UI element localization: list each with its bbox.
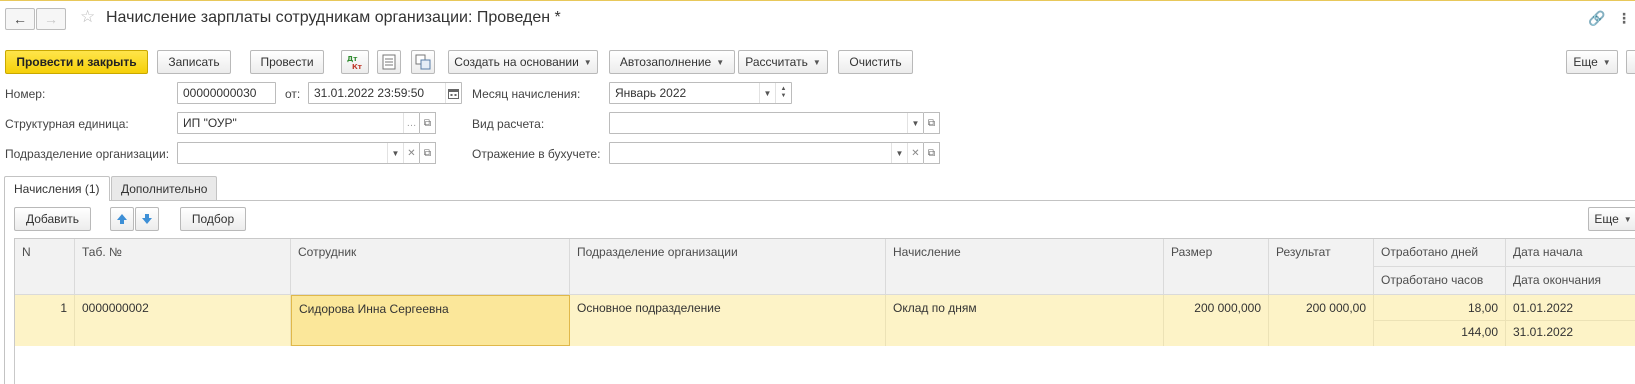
table-row-department[interactable]: Основное подразделение xyxy=(570,295,886,346)
autofill-button[interactable]: Автозаполнение ▼ xyxy=(609,50,735,74)
column-header-n[interactable]: N xyxy=(15,239,75,295)
chevron-down-icon[interactable]: ▼ xyxy=(907,113,923,133)
table-more-button[interactable]: Еще ▼ xyxy=(1588,207,1635,231)
open-link-icon[interactable]: ⧉ xyxy=(924,112,940,134)
column-header-department[interactable]: Подразделение организации xyxy=(570,239,886,295)
table-row-accrual[interactable]: Оклад по дням xyxy=(886,295,1164,346)
open-link-icon[interactable]: ⧉ xyxy=(420,112,436,134)
chevron-down-icon[interactable]: ▼ xyxy=(387,143,403,163)
accounting-field[interactable]: ▼ ✕ xyxy=(609,142,924,164)
column-header-start-date[interactable]: Дата начала xyxy=(1506,239,1635,267)
select-dots-icon[interactable]: … xyxy=(403,113,419,133)
department-field[interactable]: ▼ ✕ xyxy=(177,142,420,164)
select-button[interactable]: Подбор xyxy=(180,207,246,231)
arrow-down-icon xyxy=(142,214,152,224)
calc-type-field[interactable]: ▼ xyxy=(609,112,924,134)
accrual-month-label: Месяц начисления: xyxy=(472,87,581,101)
svg-text:Дт: Дт xyxy=(347,55,358,63)
column-header-employee[interactable]: Сотрудник xyxy=(291,239,570,295)
accrual-month-value: Январь 2022 xyxy=(615,86,687,100)
stepper-down-icon[interactable]: ▼ xyxy=(781,93,787,100)
document-list-icon xyxy=(382,54,396,70)
column-header-hours[interactable]: Отработано часов xyxy=(1374,267,1506,295)
report-button[interactable] xyxy=(377,50,401,74)
structural-unit-label: Структурная единица: xyxy=(5,117,129,131)
calculate-button[interactable]: Рассчитать ▼ xyxy=(738,50,828,74)
accruals-table[interactable]: N Таб. № Сотрудник Подразделение организ… xyxy=(14,238,1635,384)
table-row-size[interactable]: 200 000,000 xyxy=(1164,295,1269,346)
number-value: 00000000030 xyxy=(183,86,257,100)
tab-divider xyxy=(4,200,1635,201)
save-button[interactable]: Записать xyxy=(157,50,231,74)
create-based-on-button[interactable]: Создать на основании ▼ xyxy=(448,50,598,74)
stepper-up-icon[interactable]: ▲ xyxy=(781,86,787,93)
svg-text:Кт: Кт xyxy=(352,63,363,71)
post-and-close-button[interactable]: Провести и закрыть xyxy=(5,50,148,74)
add-button[interactable]: Добавить xyxy=(14,207,91,231)
page-title: Начисление зарплаты сотрудникам организа… xyxy=(106,9,561,26)
clear-icon[interactable]: ✕ xyxy=(403,143,419,163)
dt-kt-icon: Дт Кт xyxy=(347,55,363,71)
back-button[interactable]: ← xyxy=(5,8,35,30)
table-row-n[interactable]: 1 xyxy=(15,295,75,346)
more-button[interactable]: Еще ▼ xyxy=(1566,50,1618,74)
table-row-end-date[interactable]: 31.01.2022 xyxy=(1506,320,1635,346)
back-icon: ← xyxy=(13,11,27,27)
number-field[interactable]: 00000000030 xyxy=(177,82,276,104)
table-row-days[interactable]: 18,00 xyxy=(1374,295,1506,320)
chevron-down-icon: ▼ xyxy=(1602,57,1611,67)
post-button[interactable]: Провести xyxy=(250,50,324,74)
clear-icon[interactable]: ✕ xyxy=(907,143,923,163)
calc-type-label: Вид расчета: xyxy=(472,117,545,131)
tab-additional[interactable]: Дополнительно xyxy=(111,176,218,200)
number-label: Номер: xyxy=(5,87,46,101)
column-header-result[interactable]: Результат xyxy=(1269,239,1374,295)
more-actions-icon[interactable]: ⋮ xyxy=(1617,10,1631,27)
arrow-up-icon xyxy=(117,214,127,224)
date-label: от: xyxy=(285,87,301,101)
hierarchy-icon xyxy=(415,54,431,70)
column-header-size[interactable]: Размер xyxy=(1164,239,1269,295)
tab-panel-border xyxy=(4,200,5,384)
table-row-employee[interactable]: Сидорова Инна Сергеевна xyxy=(291,295,570,346)
open-link-icon[interactable]: ⧉ xyxy=(420,142,436,164)
favorite-star-icon[interactable]: ☆ xyxy=(80,7,95,27)
link-icon[interactable]: 🔗 xyxy=(1588,10,1605,27)
dt-kt-button[interactable]: Дт Кт xyxy=(341,50,369,74)
table-row-start-date[interactable]: 01.01.2022 xyxy=(1506,295,1635,320)
table-row-tab-number[interactable]: 0000000002 xyxy=(75,295,291,346)
chevron-down-icon: ▼ xyxy=(716,57,725,67)
structural-unit-field[interactable]: ИП "ОУР" … xyxy=(177,112,420,134)
column-header-end-date[interactable]: Дата окончания xyxy=(1506,267,1635,295)
tab-accruals[interactable]: Начисления (1) xyxy=(4,176,110,201)
structural-unit-value: ИП "ОУР" xyxy=(183,116,237,130)
column-header-accrual[interactable]: Начисление xyxy=(886,239,1164,295)
accounting-label: Отражение в бухучете: xyxy=(472,147,601,161)
table-row-result[interactable]: 200 000,00 xyxy=(1269,295,1374,346)
chevron-down-icon: ▼ xyxy=(812,57,821,67)
date-field[interactable]: 31.01.2022 23:59:50 xyxy=(308,82,462,104)
forward-icon: → xyxy=(44,11,58,27)
chevron-down-icon[interactable]: ▼ xyxy=(891,143,907,163)
table-row-hours[interactable]: 144,00 xyxy=(1374,320,1506,346)
open-link-icon[interactable]: ⧉ xyxy=(924,142,940,164)
extra-button[interactable] xyxy=(1626,50,1635,74)
move-down-button[interactable] xyxy=(135,207,159,231)
accrual-month-field[interactable]: Январь 2022 ▼ ▲ ▼ xyxy=(609,82,792,104)
structure-button[interactable] xyxy=(411,50,435,74)
calendar-icon[interactable] xyxy=(445,83,461,103)
column-header-days[interactable]: Отработано дней xyxy=(1374,239,1506,267)
clear-button[interactable]: Очистить xyxy=(838,50,913,74)
month-stepper[interactable]: ▲ ▼ xyxy=(775,83,791,103)
date-value: 31.01.2022 23:59:50 xyxy=(314,86,425,100)
move-up-button[interactable] xyxy=(110,207,134,231)
column-header-tab-number[interactable]: Таб. № xyxy=(75,239,291,295)
chevron-down-icon: ▼ xyxy=(583,57,592,67)
chevron-down-icon[interactable]: ▼ xyxy=(759,83,775,103)
forward-button[interactable]: → xyxy=(36,8,66,30)
department-label: Подразделение организации: xyxy=(5,147,170,161)
top-accent-line xyxy=(0,0,1635,1)
chevron-down-icon: ▼ xyxy=(1623,214,1632,224)
